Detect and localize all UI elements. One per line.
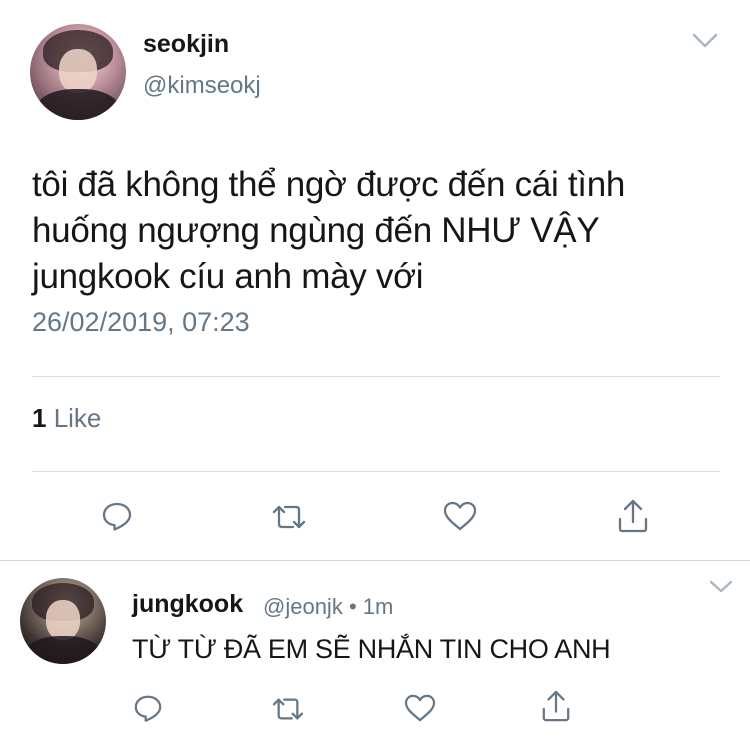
reply-author-handle[interactable]: @jeonjk <box>263 594 343 619</box>
reply-author-display-name[interactable]: jungkook <box>132 590 243 619</box>
like-label: Like <box>46 403 102 433</box>
share-icon[interactable] <box>617 499 649 533</box>
meta-separator: • <box>342 594 363 619</box>
like-count: 1 <box>32 403 47 433</box>
author-avatar[interactable] <box>30 24 126 120</box>
main-tweet: seokjin @kimseokj tôi đã không thể ngờ đ… <box>0 0 750 560</box>
avatar-face-shape <box>45 600 81 640</box>
author-display-name[interactable]: seokjin <box>143 30 229 59</box>
avatar-body-shape <box>34 89 122 120</box>
reply-icon[interactable] <box>133 693 163 723</box>
tweet-timestamp[interactable]: 26/02/2019, 07:23 <box>32 307 250 338</box>
reply-text: TỪ TỪ ĐÃ EM SẼ NHẮN TIN CHO ANH <box>132 634 611 664</box>
reply-time[interactable]: 1m <box>363 594 394 619</box>
like-icon[interactable] <box>404 694 436 722</box>
tweet-text: tôi đã không thể ngờ được đến cái tình h… <box>32 165 626 296</box>
reply-meta: @jeonjk • 1m <box>263 594 393 620</box>
avatar-face-shape <box>58 48 98 94</box>
chevron-down-icon[interactable] <box>709 580 733 594</box>
divider <box>32 471 720 472</box>
retweet-icon[interactable] <box>271 695 305 723</box>
share-icon[interactable] <box>541 690 571 722</box>
divider <box>32 376 720 377</box>
chevron-down-icon[interactable] <box>692 33 718 49</box>
like-icon[interactable] <box>443 501 477 531</box>
retweet-icon[interactable] <box>271 502 307 532</box>
avatar-body-shape <box>24 636 102 664</box>
author-handle[interactable]: @kimseokj <box>143 72 261 100</box>
tweet-separator <box>0 560 750 561</box>
reply-author-avatar[interactable] <box>20 578 106 664</box>
reply-icon[interactable] <box>101 500 133 532</box>
like-count-row[interactable]: 1 Like <box>32 403 101 434</box>
